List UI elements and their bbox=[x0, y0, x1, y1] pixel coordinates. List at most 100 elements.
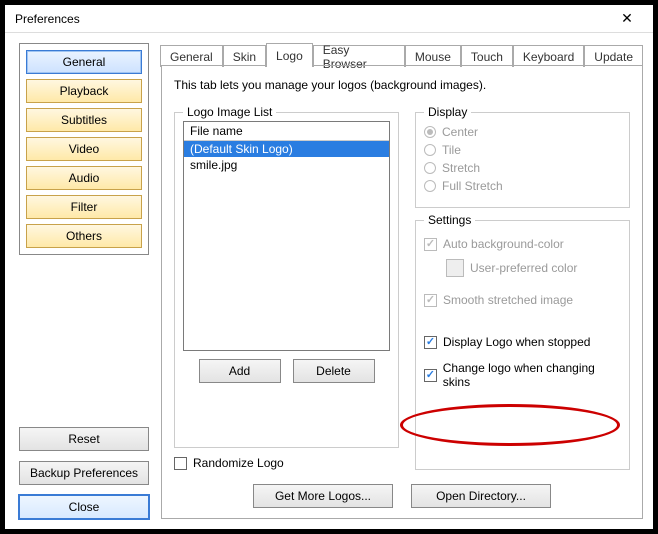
settings-group: Settings Auto background-color User-pref… bbox=[415, 220, 630, 470]
checkbox-icon bbox=[424, 294, 437, 307]
reset-button[interactable]: Reset bbox=[19, 427, 149, 451]
group-legend: Display bbox=[424, 105, 471, 119]
tab-label: Skin bbox=[233, 50, 256, 64]
open-directory-button[interactable]: Open Directory... bbox=[411, 484, 551, 508]
smooth-stretched-checkbox[interactable]: Smooth stretched image bbox=[424, 293, 621, 307]
display-logo-when-stopped-checkbox[interactable]: Display Logo when stopped bbox=[424, 335, 621, 349]
tab-touch[interactable]: Touch bbox=[461, 45, 513, 67]
color-swatch[interactable] bbox=[446, 259, 464, 277]
close-button[interactable]: Close bbox=[19, 495, 149, 519]
titlebar: Preferences ✕ bbox=[5, 5, 653, 33]
category-label: General bbox=[63, 55, 106, 69]
group-legend: Settings bbox=[424, 213, 475, 227]
category-label: Video bbox=[69, 142, 99, 156]
display-center-radio[interactable]: Center bbox=[424, 125, 621, 139]
category-label: Subtitles bbox=[61, 113, 107, 127]
checkbox-label: Smooth stretched image bbox=[443, 293, 573, 307]
tab-description: This tab lets you manage your logos (bac… bbox=[174, 78, 630, 92]
list-item[interactable]: smile.jpg bbox=[184, 157, 389, 173]
category-label: Others bbox=[66, 229, 102, 243]
category-others[interactable]: Others bbox=[26, 224, 142, 248]
category-audio[interactable]: Audio bbox=[26, 166, 142, 190]
list-buttons: Add Delete bbox=[183, 359, 390, 383]
tab-update[interactable]: Update bbox=[584, 45, 643, 67]
list-item[interactable]: (Default Skin Logo) bbox=[184, 141, 389, 157]
category-label: Audio bbox=[69, 171, 100, 185]
radio-label: Stretch bbox=[442, 161, 480, 175]
tab-label: Logo bbox=[276, 49, 303, 63]
checkbox-label: Auto background-color bbox=[443, 237, 564, 251]
button-label: Reset bbox=[68, 432, 99, 446]
window-close-button[interactable]: ✕ bbox=[607, 8, 647, 30]
get-more-logos-button[interactable]: Get More Logos... bbox=[253, 484, 393, 508]
category-filter[interactable]: Filter bbox=[26, 195, 142, 219]
col-left: Logo Image List File name (Default Skin … bbox=[174, 106, 399, 470]
button-label: Delete bbox=[316, 364, 351, 378]
tab-label: Keyboard bbox=[523, 50, 574, 64]
tab-general[interactable]: General bbox=[160, 45, 223, 67]
checkbox-icon bbox=[424, 238, 437, 251]
radio-icon bbox=[424, 144, 436, 156]
auto-bg-color-checkbox[interactable]: Auto background-color bbox=[424, 237, 621, 251]
tab-skin[interactable]: Skin bbox=[223, 45, 266, 67]
preferences-window: Preferences ✕ General Playback Subtitles… bbox=[4, 4, 654, 530]
display-stretch-radio[interactable]: Stretch bbox=[424, 161, 621, 175]
checkbox-label: Display Logo when stopped bbox=[443, 335, 590, 349]
list-item-text: smile.jpg bbox=[190, 158, 237, 172]
tab-mouse[interactable]: Mouse bbox=[405, 45, 461, 67]
checkbox-icon bbox=[424, 336, 437, 349]
category-subtitles[interactable]: Subtitles bbox=[26, 108, 142, 132]
radio-icon bbox=[424, 126, 436, 138]
category-playback[interactable]: Playback bbox=[26, 79, 142, 103]
tab-label: Touch bbox=[471, 50, 503, 64]
category-label: Playback bbox=[60, 84, 109, 98]
button-label: Backup Preferences bbox=[30, 466, 138, 480]
checkbox-icon bbox=[174, 457, 187, 470]
list-header: File name bbox=[184, 122, 389, 141]
display-group: Display Center Tile Stretc bbox=[415, 112, 630, 208]
tab-panel-logo: This tab lets you manage your logos (bac… bbox=[161, 65, 643, 519]
bottom-buttons: Get More Logos... Open Directory... bbox=[174, 478, 630, 508]
logo-image-list-group: Logo Image List File name (Default Skin … bbox=[174, 112, 399, 448]
radio-label: Full Stretch bbox=[442, 179, 503, 193]
change-logo-on-skin-checkbox[interactable]: Change logo when changing skins bbox=[424, 361, 621, 389]
category-general[interactable]: General bbox=[26, 50, 142, 74]
delete-button[interactable]: Delete bbox=[293, 359, 375, 383]
category-box: General Playback Subtitles Video Audio F… bbox=[19, 43, 149, 255]
col-right: Display Center Tile Stretc bbox=[415, 106, 630, 470]
display-tile-radio[interactable]: Tile bbox=[424, 143, 621, 157]
list-item-text: (Default Skin Logo) bbox=[190, 142, 293, 156]
tab-easy-browser[interactable]: Easy Browser bbox=[313, 45, 405, 67]
radio-label: Center bbox=[442, 125, 478, 139]
tab-logo[interactable]: Logo bbox=[266, 43, 313, 67]
color-label: User-preferred color bbox=[470, 261, 577, 275]
columns: Logo Image List File name (Default Skin … bbox=[174, 106, 630, 470]
main-panel: General Skin Logo Easy Browser Mouse Tou… bbox=[161, 43, 643, 519]
category-label: Filter bbox=[71, 200, 98, 214]
tab-label: Update bbox=[594, 50, 633, 64]
tab-label: Mouse bbox=[415, 50, 451, 64]
tab-keyboard[interactable]: Keyboard bbox=[513, 45, 584, 67]
user-color-row: User-preferred color bbox=[446, 259, 621, 277]
add-button[interactable]: Add bbox=[199, 359, 281, 383]
button-label: Open Directory... bbox=[436, 489, 526, 503]
group-legend: Logo Image List bbox=[183, 105, 276, 119]
radio-label: Tile bbox=[442, 143, 461, 157]
window-body: General Playback Subtitles Video Audio F… bbox=[5, 33, 653, 529]
randomize-logo-checkbox[interactable]: Randomize Logo bbox=[174, 456, 399, 470]
sidebar: General Playback Subtitles Video Audio F… bbox=[19, 43, 149, 519]
tab-strip: General Skin Logo Easy Browser Mouse Tou… bbox=[160, 43, 643, 65]
window-title: Preferences bbox=[15, 12, 607, 26]
logo-list[interactable]: File name (Default Skin Logo) smile.jpg bbox=[183, 121, 390, 351]
category-video[interactable]: Video bbox=[26, 137, 142, 161]
button-label: Close bbox=[69, 500, 100, 514]
display-full-stretch-radio[interactable]: Full Stretch bbox=[424, 179, 621, 193]
radio-icon bbox=[424, 162, 436, 174]
checkbox-icon bbox=[424, 369, 437, 382]
button-label: Get More Logos... bbox=[275, 489, 371, 503]
checkbox-label: Change logo when changing skins bbox=[443, 361, 621, 389]
backup-preferences-button[interactable]: Backup Preferences bbox=[19, 461, 149, 485]
button-label: Add bbox=[229, 364, 250, 378]
checkbox-label: Randomize Logo bbox=[193, 456, 284, 470]
radio-icon bbox=[424, 180, 436, 192]
